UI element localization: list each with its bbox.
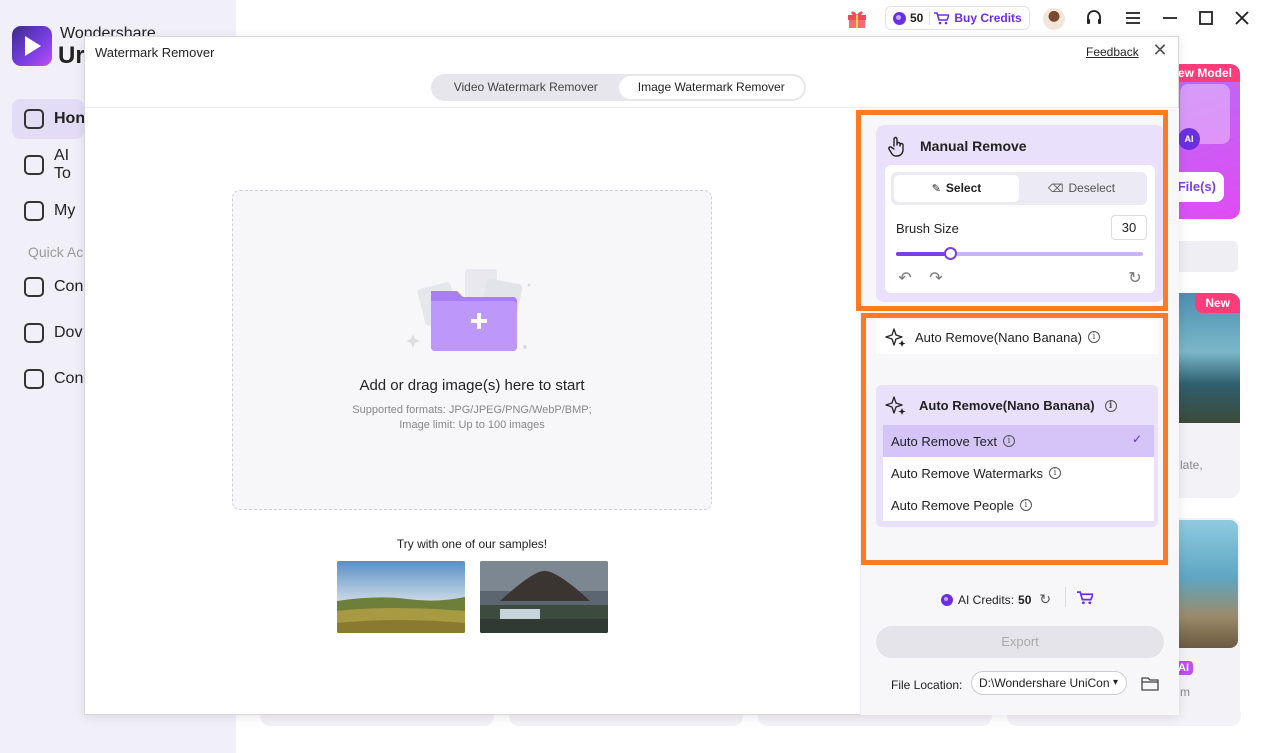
ai-credits-value: 50 — [1018, 592, 1032, 607]
cart-icon[interactable] — [1077, 590, 1093, 606]
dialog-close-icon[interactable]: ✕ — [1151, 41, 1169, 59]
nav-home[interactable]: Hon — [12, 99, 85, 139]
ai-badge-icon: AI — [1178, 128, 1200, 150]
refresh-icon[interactable]: ↻ — [1039, 591, 1051, 608]
brand-line2: Ur — [58, 42, 85, 69]
sample-image-mountain[interactable] — [480, 561, 608, 633]
nav-converter[interactable]: Con — [12, 267, 84, 307]
top-credits-count: 50 — [910, 11, 924, 25]
quick-access-label: Quick Ac — [28, 244, 84, 260]
window-close-icon[interactable] — [1232, 8, 1252, 28]
gift-icon[interactable] — [846, 7, 868, 29]
new-model-badge: ew Model — [1173, 64, 1240, 82]
buy-credits-button[interactable]: Buy Credits — [934, 11, 1022, 25]
highlight-box-manual — [856, 110, 1168, 311]
menu-icon[interactable] — [1123, 8, 1143, 28]
support-headset-icon[interactable] — [1084, 8, 1104, 28]
home-icon — [24, 109, 44, 129]
tab-video-watermark-remover[interactable]: Video Watermark Remover — [433, 76, 619, 99]
nav-ai-tools[interactable]: AI To — [12, 145, 84, 185]
dropzone-hint: Supported formats: JPG/JPEG/PNG/WebP/BMP… — [352, 404, 592, 431]
nav-downloader[interactable]: Dov — [12, 313, 84, 353]
samples-label: Try with one of our samples! — [396, 537, 548, 551]
minimize-icon[interactable] — [1160, 8, 1180, 28]
converter-icon — [24, 277, 44, 297]
file-location-label: File Location: — [891, 678, 963, 692]
ai-tools-icon — [24, 155, 44, 175]
chevron-down-icon: ▾ — [1112, 677, 1118, 688]
credit-coin-icon — [941, 593, 953, 606]
tab-image-watermark-remover[interactable]: Image Watermark Remover — [618, 76, 804, 99]
image-dropzone[interactable]: Add or drag image(s) here to start Suppo… — [232, 190, 712, 510]
file-location-select[interactable]: D:\Wondershare UniCon ▾ — [971, 671, 1127, 695]
mode-tabs: Video Watermark Remover Image Watermark … — [431, 74, 806, 101]
credit-coin-icon — [893, 11, 906, 25]
dropzone-title: Add or drag image(s) here to start — [359, 377, 585, 394]
cart-icon — [934, 11, 950, 24]
nav-compressor[interactable]: Con — [12, 359, 84, 399]
dialog-title: Watermark Remover — [95, 45, 215, 60]
watermark-remover-dialog: Watermark Remover Feedback ✕ Video Water… — [84, 36, 1179, 715]
my-files-icon — [24, 201, 44, 221]
nav-my[interactable]: My — [12, 191, 84, 231]
maximize-icon[interactable] — [1196, 8, 1216, 28]
folder-icon[interactable] — [1141, 675, 1159, 691]
downloader-icon — [24, 323, 44, 343]
add-folder-icon — [406, 269, 531, 351]
compressor-icon — [24, 369, 44, 389]
new-badge: New — [1195, 293, 1240, 313]
ai-credits: AI Credits: 50 ↻ — [941, 591, 1051, 608]
sample-image-grassland[interactable] — [337, 561, 465, 633]
app-logo — [12, 26, 52, 66]
feedback-link[interactable]: Feedback — [1086, 45, 1139, 59]
highlight-box-auto — [861, 313, 1168, 565]
export-button[interactable]: Export — [876, 626, 1164, 658]
credits-pill[interactable]: 50 Buy Credits — [885, 6, 1030, 30]
avatar[interactable] — [1043, 8, 1065, 30]
